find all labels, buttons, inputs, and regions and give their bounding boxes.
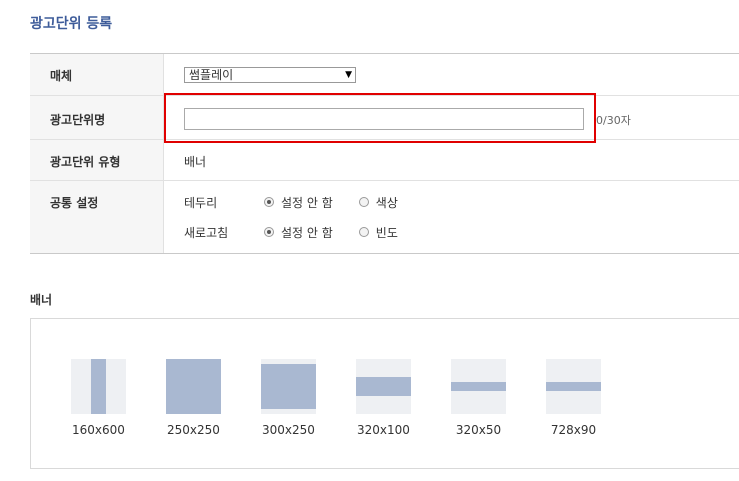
radio-checked-icon <box>264 197 274 207</box>
media-row: 매체 썸플레이 ▼ <box>30 54 739 96</box>
name-row: 광고단위명 0/30자 <box>30 96 739 140</box>
banner-size-250x250[interactable]: 250x250 <box>166 359 221 437</box>
media-label: 매체 <box>30 54 164 95</box>
banner-section-title: 배너 <box>30 293 53 307</box>
media-select[interactable]: 썸플레이 ▼ <box>184 67 356 83</box>
banner-thumb-icon <box>71 359 126 414</box>
border-none-label: 설정 안 함 <box>281 195 333 210</box>
common-settings-label: 공통 설정 <box>30 181 164 253</box>
border-option-line: 테두리 설정 안 함 색상 <box>184 193 424 211</box>
banner-size-label: 250x250 <box>167 423 220 437</box>
common-settings-row: 공통 설정 테두리 설정 안 함 색상 새로고침 설정 안 함 빈도 <box>30 181 739 254</box>
banner-size-160x600[interactable]: 160x600 <box>71 359 126 437</box>
type-value: 배너 <box>184 155 207 169</box>
banner-thumb-icon <box>166 359 221 414</box>
banner-size-label: 728x90 <box>550 423 597 437</box>
media-select-value: 썸플레이 <box>189 68 234 82</box>
border-label: 테두리 <box>184 195 218 210</box>
refresh-label: 새로고침 <box>184 225 229 240</box>
ad-unit-name-input[interactable] <box>184 108 584 130</box>
refresh-frequency-radio[interactable]: 빈도 <box>358 224 398 241</box>
border-color-radio[interactable]: 색상 <box>358 194 398 211</box>
refresh-option-line: 새로고침 설정 안 함 빈도 <box>184 223 424 241</box>
banner-size-728x90[interactable]: 728x90 <box>546 359 601 437</box>
banner-size-panel: 160x600 250x250 300x250 320x100 320x50 7… <box>30 318 739 469</box>
banner-size-300x250[interactable]: 300x250 <box>261 359 316 437</box>
banner-size-label: 320x50 <box>455 423 502 437</box>
banner-thumb-icon <box>451 359 506 414</box>
refresh-none-label: 설정 안 함 <box>281 225 333 240</box>
radio-checked-icon <box>264 227 274 237</box>
banner-size-320x100[interactable]: 320x100 <box>356 359 411 437</box>
type-label: 광고단위 유형 <box>30 140 164 180</box>
banner-thumb-icon <box>261 359 316 414</box>
name-char-count: 0/30자 <box>596 114 631 127</box>
banner-size-label: 160x600 <box>72 423 125 437</box>
border-color-label: 색상 <box>375 195 398 210</box>
banner-thumb-icon <box>356 359 411 414</box>
radio-unchecked-icon <box>358 197 369 207</box>
name-label: 광고단위명 <box>30 96 164 139</box>
radio-unchecked-icon <box>358 227 369 237</box>
page-title: 광고단위 등록 <box>30 16 113 32</box>
chevron-down-icon: ▼ <box>345 70 352 80</box>
border-none-radio[interactable]: 설정 안 함 <box>264 194 333 211</box>
banner-size-label: 300x250 <box>262 423 315 437</box>
refresh-none-radio[interactable]: 설정 안 함 <box>264 224 333 241</box>
banner-size-320x50[interactable]: 320x50 <box>451 359 506 437</box>
refresh-frequency-label: 빈도 <box>375 225 398 240</box>
banner-thumb-icon <box>546 359 601 414</box>
banner-size-label: 320x100 <box>357 423 410 437</box>
type-row: 광고단위 유형 배너 <box>30 140 739 181</box>
ad-unit-form: 매체 썸플레이 ▼ 광고단위명 0/30자 광고단위 유형 배너 공통 설정 테… <box>30 53 739 254</box>
